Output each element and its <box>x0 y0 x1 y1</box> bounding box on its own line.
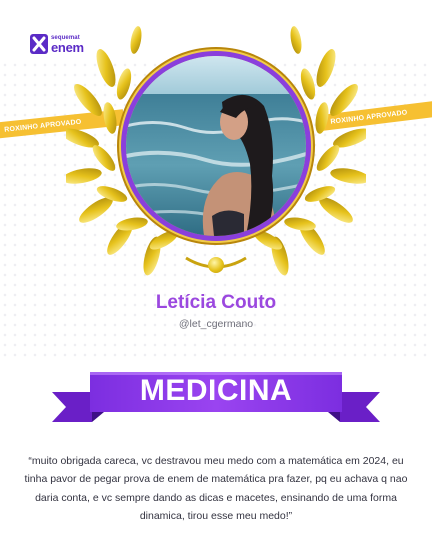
student-name: Letícia Couto <box>155 292 277 313</box>
brand-mark-icon <box>30 34 48 54</box>
course-name: MEDICINA <box>139 374 293 407</box>
medal-icon <box>208 257 224 273</box>
testimonial-text: “muito obrigada careca, vc destravou meu… <box>24 455 408 523</box>
student-photo <box>126 56 306 236</box>
student-handle: @let_cgermano <box>178 318 254 330</box>
